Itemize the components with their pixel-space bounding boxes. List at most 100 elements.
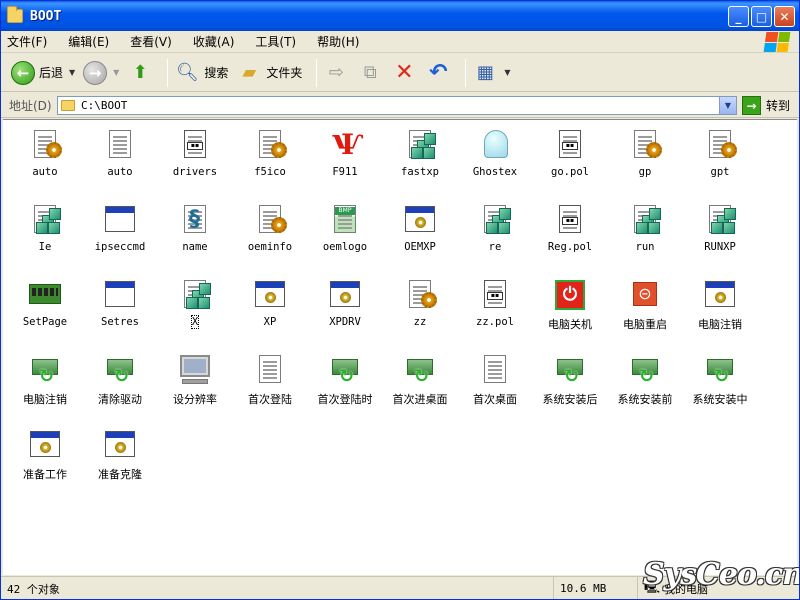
file-item[interactable]: OEMXP bbox=[383, 199, 457, 269]
file-item[interactable]: 电脑注销 bbox=[683, 274, 757, 344]
toolbar-separator bbox=[167, 58, 169, 87]
file-name: Ghostex bbox=[472, 166, 518, 178]
file-item[interactable]: 首次进桌面 bbox=[383, 349, 457, 419]
address-input[interactable]: C:\BOOT ▼ bbox=[57, 96, 737, 115]
file-name: Ie bbox=[38, 241, 52, 253]
chevron-down-icon[interactable]: ▼ bbox=[69, 68, 75, 77]
app-file-icon: ▪▪ bbox=[553, 128, 587, 162]
file-item[interactable]: run bbox=[608, 199, 682, 269]
total-size: 10.6 MB bbox=[553, 577, 635, 599]
file-item[interactable]: ipseccmd bbox=[83, 199, 157, 269]
move-to-button[interactable]: ⇨ bbox=[323, 58, 349, 88]
file-name: gpt bbox=[710, 166, 730, 178]
up-folder-button[interactable]: ⬆ bbox=[127, 58, 153, 88]
file-item[interactable]: f5ico bbox=[233, 124, 307, 194]
file-item[interactable]: 清除驱动 bbox=[83, 349, 157, 419]
registry-icon bbox=[403, 128, 437, 162]
chevron-down-icon[interactable]: ▼ bbox=[719, 97, 736, 114]
search-button[interactable]: 🔍︎ 搜索 bbox=[174, 58, 228, 88]
file-item[interactable]: 设分辨率 bbox=[158, 349, 232, 419]
forward-arrow-icon: → bbox=[83, 60, 108, 85]
file-item[interactable]: SetPage bbox=[8, 274, 82, 344]
app-file-icon: ▪▪ bbox=[553, 203, 587, 237]
file-item[interactable]: 系统安装中 bbox=[683, 349, 757, 419]
file-item[interactable]: ▪▪ zz.pol bbox=[458, 274, 532, 344]
file-item[interactable]: re bbox=[458, 199, 532, 269]
file-item[interactable]: 系统安装后 bbox=[533, 349, 607, 419]
window-gear-icon bbox=[703, 278, 737, 312]
chevron-down-icon[interactable]: ▼ bbox=[504, 68, 510, 77]
text-file-icon bbox=[253, 353, 287, 387]
file-item[interactable]: 首次登陆 bbox=[233, 349, 307, 419]
file-item[interactable]: § name bbox=[158, 199, 232, 269]
menu-favorites[interactable]: 收藏(A) bbox=[193, 33, 235, 50]
title-bar[interactable]: BOOT _ □ ✕ bbox=[1, 1, 799, 31]
file-item[interactable]: X bbox=[158, 274, 232, 344]
search-icon: 🔍︎ bbox=[175, 62, 199, 83]
f911-red-icon: Ѱ bbox=[332, 128, 363, 161]
file-name: 系统安装后 bbox=[542, 393, 598, 406]
file-item[interactable]: ▪▪ Reg.pol bbox=[533, 199, 607, 269]
file-name: SetPage bbox=[22, 316, 68, 328]
menu-help[interactable]: 帮助(H) bbox=[317, 33, 359, 50]
file-item[interactable]: ⏻ 电脑关机 bbox=[533, 274, 607, 344]
minimize-button[interactable]: _ bbox=[728, 6, 749, 27]
menu-file[interactable]: 文件(F) bbox=[7, 33, 47, 50]
network-shortcut-icon bbox=[553, 353, 587, 387]
file-name: re bbox=[488, 241, 502, 253]
maximize-button[interactable]: □ bbox=[751, 6, 772, 27]
file-list[interactable]: auto auto ▪▪ drivers f5ico Ѱ F911 fastxp Ghostex… bbox=[3, 119, 797, 575]
file-name: zz bbox=[413, 316, 427, 328]
views-button[interactable]: ▦ ▼ bbox=[472, 58, 511, 88]
network-shortcut-icon bbox=[703, 353, 737, 387]
file-name: 电脑关机 bbox=[548, 318, 592, 331]
file-item[interactable]: XP bbox=[233, 274, 307, 344]
registry-icon bbox=[703, 203, 737, 237]
file-item[interactable]: zz bbox=[383, 274, 457, 344]
menu-view[interactable]: 查看(V) bbox=[130, 33, 172, 50]
copy-to-icon: ⧉ bbox=[363, 62, 377, 83]
file-item[interactable]: Ie bbox=[8, 199, 82, 269]
file-name: XP bbox=[263, 316, 277, 328]
file-item[interactable]: auto bbox=[83, 124, 157, 194]
file-item[interactable]: 准备克隆 bbox=[83, 424, 157, 494]
back-button[interactable]: ← 后退 ▼ bbox=[11, 58, 75, 88]
file-item[interactable]: gp bbox=[608, 124, 682, 194]
file-item[interactable]: Setres bbox=[83, 274, 157, 344]
file-item[interactable]: Ghostex bbox=[458, 124, 532, 194]
file-name: name bbox=[182, 241, 208, 253]
file-item[interactable]: ▪▪ drivers bbox=[158, 124, 232, 194]
undo-button[interactable]: ↶ bbox=[425, 58, 451, 88]
go-button[interactable]: → 转到 bbox=[742, 96, 790, 115]
close-button[interactable]: ✕ bbox=[774, 6, 795, 27]
file-item[interactable]: 首次桌面 bbox=[458, 349, 532, 419]
forward-button[interactable]: → ▼ bbox=[83, 58, 119, 88]
file-name: 电脑重启 bbox=[623, 318, 667, 331]
file-item[interactable]: Ѱ F911 bbox=[308, 124, 382, 194]
file-name: 首次进桌面 bbox=[392, 393, 448, 406]
config-settings-icon bbox=[403, 278, 437, 312]
file-item[interactable]: RUNXP bbox=[683, 199, 757, 269]
delete-button[interactable]: ✕ bbox=[391, 58, 417, 88]
up-folder-icon: ⬆ bbox=[132, 62, 148, 83]
file-item[interactable]: 系统安装前 bbox=[608, 349, 682, 419]
copy-to-button[interactable]: ⧉ bbox=[357, 58, 383, 88]
file-item[interactable]: oeminfo bbox=[233, 199, 307, 269]
file-item[interactable]: gpt bbox=[683, 124, 757, 194]
file-item[interactable]: auto bbox=[8, 124, 82, 194]
file-item[interactable]: 电脑注销 bbox=[8, 349, 82, 419]
file-name: 系统安装中 bbox=[692, 393, 748, 406]
chevron-down-icon[interactable]: ▼ bbox=[113, 68, 119, 77]
monitor-icon bbox=[178, 353, 212, 387]
file-item[interactable]: BMP oemlogo bbox=[308, 199, 382, 269]
menu-tools[interactable]: 工具(T) bbox=[255, 33, 296, 50]
file-item[interactable]: fastxp bbox=[383, 124, 457, 194]
file-item[interactable]: 首次登陆时 bbox=[308, 349, 382, 419]
file-item[interactable]: ⊝ 电脑重启 bbox=[608, 274, 682, 344]
menu-edit[interactable]: 编辑(E) bbox=[68, 33, 109, 50]
file-item[interactable]: XPDRV bbox=[308, 274, 382, 344]
file-item[interactable]: 准备工作 bbox=[8, 424, 82, 494]
folders-button[interactable]: ▰ 文件夹 bbox=[236, 58, 302, 88]
window-title: BOOT bbox=[30, 8, 62, 24]
file-item[interactable]: ▪▪ go.pol bbox=[533, 124, 607, 194]
